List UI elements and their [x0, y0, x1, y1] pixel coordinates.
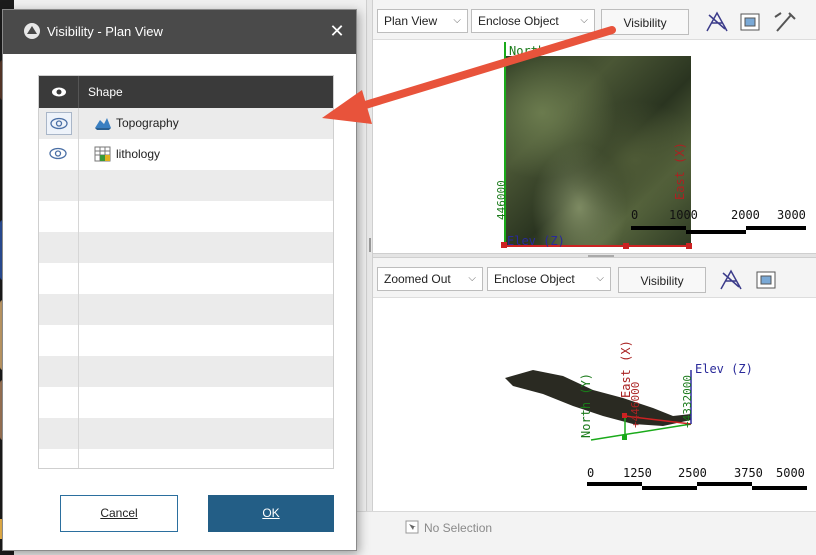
north-coord-label: +4332000 [681, 375, 694, 428]
grid-table-icon [94, 146, 112, 162]
visibility-button[interactable]: Visibility [618, 267, 706, 293]
eye-icon[interactable] [39, 76, 79, 108]
scale-bar-segment [697, 482, 752, 486]
shape-label-topography: Topography [116, 116, 179, 130]
visibility-cell [39, 108, 79, 139]
empty-row [39, 263, 333, 294]
plan-view-canvas[interactable]: North Elev (Z) East (X) 446000 0 1000 20… [373, 40, 816, 253]
empty-row [39, 325, 333, 356]
enclose-object-select[interactable]: Enclose Object ⌵ [487, 267, 611, 291]
status-text: No Selection [424, 521, 493, 535]
chevron-down-icon: ⌵ [580, 15, 588, 26]
zoomed-out-canvas[interactable]: Elev (Z) East (X) North (Y) +446000 +433… [373, 298, 816, 520]
elev-axis-label: Elev (Z) [695, 362, 753, 376]
visibility-cell [39, 139, 79, 170]
scale-bar-segment [752, 486, 807, 490]
scale-label-2000: 2000 [731, 208, 760, 222]
slice-tool-icon[interactable] [717, 267, 745, 293]
plan-view-pane: Plan View ⌵ Enclose Object ⌵ Visibility [373, 0, 816, 253]
scale-bar-segment [631, 226, 686, 230]
enclose-object-select[interactable]: Enclose Object ⌵ [471, 9, 595, 33]
status-bar: No Selection [357, 511, 816, 555]
scale-bar-segment [746, 226, 806, 230]
view-select-value: Plan View [384, 14, 438, 28]
chevron-down-icon: ⌵ [453, 15, 461, 26]
scale-label-1000: 1000 [669, 208, 698, 222]
enclose-select-value: Enclose Object [494, 272, 575, 286]
plan-view-toolbar: Plan View ⌵ Enclose Object ⌵ Visibility [373, 0, 816, 40]
visibility-toggle[interactable] [46, 112, 72, 135]
empty-row [39, 201, 333, 232]
scale-label-1250: 1250 [623, 466, 652, 480]
scale-label-0: 0 [631, 208, 639, 222]
slice-tool-icon[interactable] [703, 9, 731, 35]
visibility-button[interactable]: Visibility [601, 9, 689, 35]
enclose-select-value: Enclose Object [478, 14, 559, 28]
dialog-title-bar[interactable]: Visibility - Plan View ✕ [3, 10, 356, 54]
east-coord-label: +446000 [629, 381, 642, 428]
empty-row [39, 294, 333, 325]
scale-bar-segment [642, 486, 697, 490]
scale-bar-segment [686, 230, 746, 234]
dialog-title: Visibility - Plan View [47, 24, 163, 39]
chevron-down-icon: ⌵ [596, 273, 604, 284]
app-logo-icon [23, 22, 41, 40]
empty-row [39, 356, 333, 387]
empty-row [39, 232, 333, 263]
view-select-value: Zoomed Out [384, 272, 451, 286]
visibility-dialog: Visibility - Plan View ✕ Shape Topograph… [2, 9, 357, 551]
scale-label-3750: 3750 [734, 466, 763, 480]
empty-row [39, 418, 333, 449]
selection-icon [405, 520, 419, 534]
north-axis-label: North (Y) [579, 372, 593, 438]
shape-label-lithology: lithology [116, 147, 161, 161]
chevron-down-icon: ⌵ [468, 273, 476, 284]
column-header-shape[interactable]: Shape [88, 85, 123, 99]
app-window: Plan View ⌵ Enclose Object ⌵ Visibility [0, 0, 816, 555]
empty-row [39, 449, 333, 468]
north-axis-label: North [509, 44, 546, 58]
empty-row [39, 387, 333, 418]
ok-button[interactable]: OK [208, 495, 334, 532]
table-header: Shape [39, 76, 333, 108]
scale-label-5000: 5000 [776, 466, 805, 480]
view-select[interactable]: Plan View ⌵ [377, 9, 468, 33]
north-coord-label: 446000 [495, 180, 508, 220]
table-row[interactable]: Topography [39, 108, 333, 139]
view-select[interactable]: Zoomed Out ⌵ [377, 267, 483, 291]
shape-visibility-table: Shape Topography lithology [38, 75, 334, 469]
visibility-toggle[interactable] [46, 143, 72, 166]
table-row[interactable]: lithology [39, 139, 333, 170]
vertical-splitter[interactable] [366, 0, 373, 520]
tools-icon[interactable] [771, 9, 799, 35]
scale-bar-segment [587, 482, 642, 486]
scale-label-3000: 3000 [777, 208, 806, 222]
scale-label-2500: 2500 [678, 466, 707, 480]
view-cube-icon[interactable] [753, 267, 781, 293]
close-icon[interactable]: ✕ [324, 18, 350, 44]
elev-axis-label: Elev (Z) [507, 234, 565, 248]
scale-label-0: 0 [587, 466, 595, 480]
topography-icon [94, 115, 112, 131]
cancel-button[interactable]: Cancel [60, 495, 178, 532]
zoomed-view-toolbar: Zoomed Out ⌵ Enclose Object ⌵ Visibility [373, 258, 816, 298]
east-axis-label: East (X) [673, 142, 687, 200]
zoomed-out-pane: Zoomed Out ⌵ Enclose Object ⌵ Visibility [373, 258, 816, 520]
view-cube-icon[interactable] [737, 9, 765, 35]
empty-row [39, 170, 333, 201]
